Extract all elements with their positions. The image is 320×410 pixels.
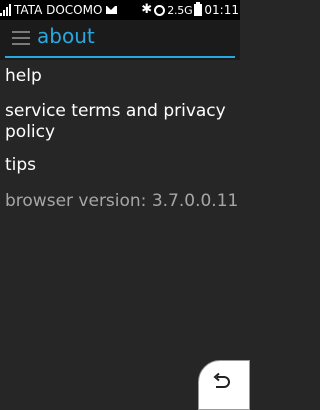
network-type: 2.5G xyxy=(167,3,193,17)
list-item-service-terms[interactable]: service terms and privacy policy xyxy=(5,101,235,143)
status-right: ✱ 2.5G 01:11 xyxy=(139,2,239,18)
back-arrow-icon xyxy=(213,372,230,388)
browser-version: browser version: 3.7.0.0.11 xyxy=(5,191,239,211)
title-underline xyxy=(5,56,235,58)
page-title: about xyxy=(37,24,95,48)
circle-status-icon xyxy=(154,4,166,16)
app-header: about xyxy=(0,20,240,60)
hamburger-icon[interactable] xyxy=(12,31,30,45)
battery-icon xyxy=(194,2,203,16)
carrier-name: TATA DOCOMO xyxy=(14,3,103,17)
bluetooth-icon: ✱ xyxy=(141,2,153,17)
list-item-help[interactable]: help xyxy=(5,66,42,87)
status-left: TATA DOCOMO xyxy=(0,2,118,18)
back-button[interactable] xyxy=(198,360,250,410)
message-icon xyxy=(106,6,118,14)
status-bar: TATA DOCOMO ✱ 2.5G 01:11 xyxy=(0,0,240,20)
list-item-tips[interactable]: tips xyxy=(5,155,36,176)
clock: 01:11 xyxy=(204,3,239,17)
signal-icon xyxy=(0,4,12,16)
